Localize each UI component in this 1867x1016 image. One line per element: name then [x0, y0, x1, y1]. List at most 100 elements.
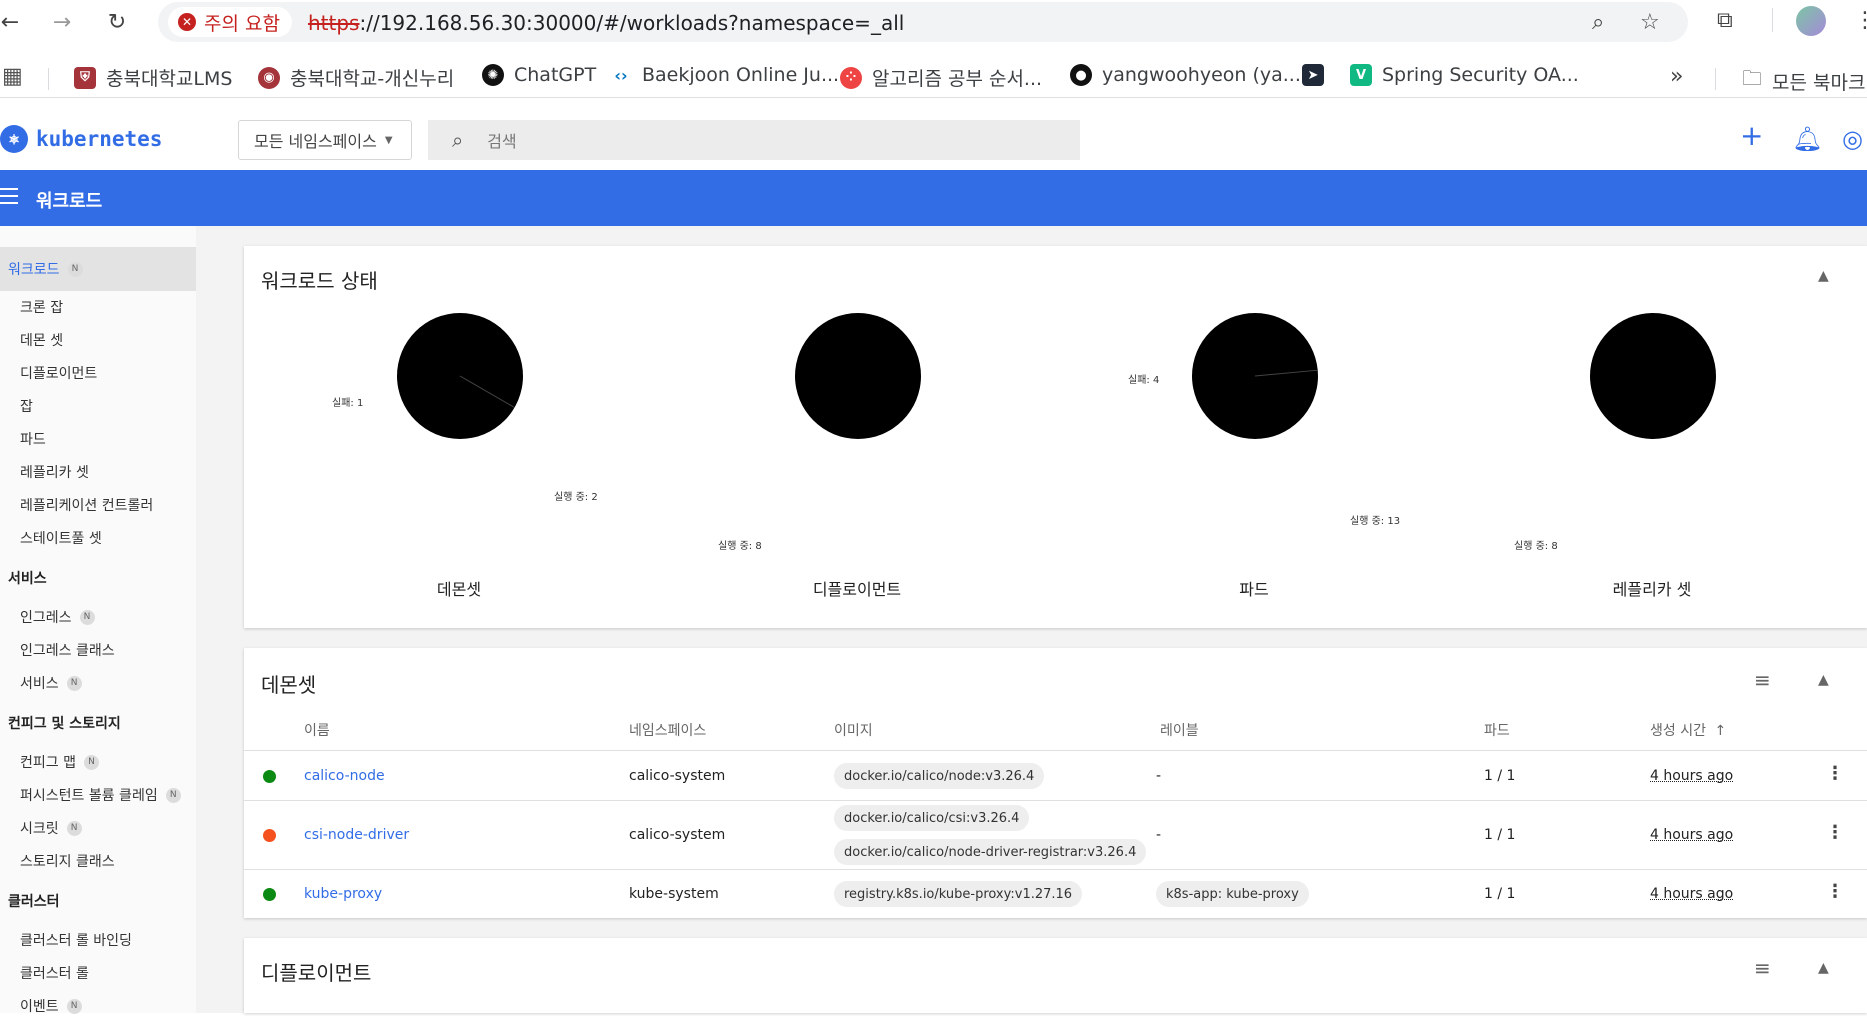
bookmark-cbnu-lms[interactable]: ⛨ 충북대학교LMS — [74, 64, 232, 91]
bookmark-star-icon[interactable]: ☆ — [1640, 10, 1660, 35]
labels-cell: - — [1156, 768, 1162, 784]
sidebar-section-cluster: 클러스터 — [8, 894, 60, 910]
pie-running-slice — [1590, 313, 1716, 439]
sidebar-item-ingresses[interactable]: 인그레스 N — [20, 607, 95, 627]
bookmark-spring-security[interactable]: V Spring Security OA... — [1350, 64, 1579, 86]
sidebar-item-pods[interactable]: 파드 — [20, 429, 46, 449]
bookmark-unnamed[interactable]: ➤ — [1302, 64, 1324, 86]
sidebar-item-label: 퍼시스턴트 볼륨 클레임 — [20, 788, 158, 804]
url-scheme: https — [308, 11, 360, 35]
folder-icon: 🗀 — [1742, 66, 1762, 90]
sidebar-section-services: 서비스 — [8, 571, 47, 587]
bookmark-algorithm-study[interactable]: ⁘ 알고리즘 공부 순서... — [840, 64, 1042, 91]
page-title: 워크로드 — [36, 191, 103, 212]
bookmark-cbnu-portal[interactable]: ◉ 충북대학교-개신누리 — [258, 64, 454, 91]
daemonset-name-link[interactable]: kube-proxy — [304, 886, 382, 902]
sidebar-item-cluster-role-bindings[interactable]: 클러스터 롤 바인딩 — [20, 930, 132, 950]
bookmark-github[interactable]: ● yangwoohyeon (ya... — [1070, 64, 1301, 86]
card-title: 데몬셋 — [261, 673, 317, 697]
bookmark-baekjoon[interactable]: ‹› Baekjoon Online Ju... — [610, 64, 839, 86]
sidebar-item-deployments[interactable]: 디플로이먼트 — [20, 363, 97, 383]
send-icon: ➤ — [1302, 64, 1324, 86]
namespaced-badge: N — [67, 261, 83, 277]
browser-menu-icon[interactable]: ⋮ — [1854, 8, 1867, 33]
sidebar-item-replication-controllers[interactable]: 레플리케이션 컨트롤러 — [20, 495, 153, 515]
add-icon[interactable]: + — [1740, 119, 1763, 152]
bookmark-chatgpt[interactable]: ✺ ChatGPT — [482, 64, 596, 86]
sidebar-item-label: 클러스터 롤 — [20, 966, 89, 982]
row-actions-icon[interactable]: ⋮ — [1826, 763, 1844, 784]
kubernetes-logo[interactable]: ⎈ kubernetes — [0, 125, 162, 153]
pie-running-label: 실행 중: 8 — [718, 541, 762, 552]
sidebar-item-cluster-roles[interactable]: 클러스터 롤 — [20, 963, 89, 983]
apps-grid-icon[interactable]: ▦ — [2, 64, 23, 89]
namespace-select[interactable]: 모든 네임스페이스 ▼ — [238, 120, 412, 160]
row-actions-icon[interactable]: ⋮ — [1826, 822, 1844, 843]
sidebar-section-config-storage: 컨피그 및 스토리지 — [8, 716, 121, 732]
sidebar-item-ingress-classes[interactable]: 인그레스 클래스 — [20, 640, 115, 660]
daemonset-name-link[interactable]: csi-node-driver — [304, 827, 409, 843]
sidebar-item-daemonsets[interactable]: 데몬 셋 — [20, 330, 63, 350]
url-path: ://192.168.56.30:30000/#/workloads?names… — [359, 11, 905, 35]
bookmark-label: yangwoohyeon (ya... — [1102, 64, 1301, 86]
column-header-name[interactable]: 이름 — [304, 720, 330, 740]
sidebar-item-label: 워크로드 — [8, 262, 60, 278]
status-warning-icon — [263, 829, 276, 842]
profile-avatar[interactable] — [1796, 6, 1826, 36]
toolbar-divider — [1772, 8, 1773, 32]
column-header-images: 이미지 — [834, 723, 873, 739]
daemonset-name-link[interactable]: calico-node — [304, 768, 385, 784]
card-title: 디플로이먼트 — [261, 961, 372, 985]
sidebar-item-replicasets[interactable]: 레플리카 셋 — [20, 462, 89, 482]
sidebar-item-secrets[interactable]: 시크릿 N — [20, 818, 82, 838]
menu-icon[interactable] — [0, 188, 18, 209]
forward-icon[interactable]: → — [48, 8, 76, 36]
reload-icon[interactable]: ↻ — [103, 8, 131, 36]
collapse-icon[interactable]: ▲ — [1818, 672, 1829, 688]
back-icon[interactable]: ← — [0, 8, 24, 36]
search-placeholder: 검색 — [487, 132, 517, 151]
security-warning-label: 주의 요함 — [204, 12, 280, 35]
v-logo-icon: V — [1350, 64, 1372, 86]
dashboard-header: ⎈ kubernetes 모든 네임스페이스 ▼ ⌕ 검색 + 🔔︎ ◎ — [0, 107, 1867, 170]
pie-running-label: 실행 중: 8 — [1514, 541, 1558, 552]
created-cell: 4 hours ago — [1650, 886, 1734, 902]
search-input[interactable]: ⌕ 검색 — [428, 120, 1080, 160]
table-divider — [244, 750, 1867, 751]
image-chip: docker.io/calico/node-driver-registrar:v… — [834, 839, 1147, 865]
account-icon[interactable]: ◎ — [1842, 125, 1863, 153]
pie-title: 디플로이먼트 — [812, 580, 902, 599]
row-actions-icon[interactable]: ⋮ — [1826, 881, 1844, 902]
sidebar-item-storage-classes[interactable]: 스토리지 클래스 — [20, 851, 115, 871]
zoom-icon[interactable]: ⌕ — [1592, 10, 1604, 35]
filter-icon[interactable]: ≡ — [1754, 956, 1771, 980]
security-warning-chip[interactable]: ✕ 주의 요함 — [168, 7, 292, 37]
notifications-bell-icon[interactable]: 🔔︎ — [1792, 125, 1822, 153]
label-chip: k8s-app: kube-proxy — [1156, 881, 1309, 907]
bookmarks-bar: ▦ ⛨ 충북대학교LMS ◉ 충북대학교-개신누리 ✺ ChatGPT ‹› B… — [0, 54, 1867, 98]
pie-running-label: 실행 중: 13 — [1350, 516, 1401, 527]
sidebar-item-services[interactable]: 서비스 N — [20, 673, 82, 693]
sidebar-item-statefulsets[interactable]: 스테이트풀 셋 — [20, 528, 102, 548]
column-header-label: 생성 시간 — [1650, 723, 1706, 739]
table-divider — [244, 800, 1867, 801]
pie-running-slice — [795, 313, 921, 439]
more-bookmarks-icon[interactable]: » — [1670, 64, 1683, 89]
address-bar[interactable]: ✕ 주의 요함 https://192.168.56.30:30000/#/wo… — [158, 2, 1688, 42]
sidebar-item-cronjobs[interactable]: 크론 잡 — [20, 297, 63, 317]
url-text[interactable]: https://192.168.56.30:30000/#/workloads?… — [308, 11, 904, 35]
deployments-card: 디플로이먼트 ≡ ▲ — [244, 938, 1867, 1013]
collapse-icon[interactable]: ▲ — [1818, 960, 1829, 976]
sidebar-item-configmaps[interactable]: 컨피그 맵 N — [20, 752, 99, 772]
sidebar-item-label: 클러스터 롤 바인딩 — [20, 933, 132, 949]
sidebar-item-pvcs[interactable]: 퍼시스턴트 볼륨 클레임 N — [20, 785, 181, 805]
extensions-icon[interactable]: ⧉ — [1717, 8, 1733, 33]
sidebar-item-label: 디플로이먼트 — [20, 366, 98, 382]
filter-icon[interactable]: ≡ — [1754, 668, 1771, 692]
column-header-created[interactable]: 생성 시간 ↑ — [1650, 720, 1726, 740]
table-divider — [244, 869, 1867, 870]
sidebar-item-jobs[interactable]: 잡 — [20, 396, 33, 416]
sidebar-item-events[interactable]: 이벤트 N — [20, 996, 82, 1016]
sidebar-item-workloads[interactable]: 워크로드 N — [0, 247, 196, 291]
bookmark-folder-all[interactable]: 🗀 모든 북마크 — [1742, 64, 1865, 98]
